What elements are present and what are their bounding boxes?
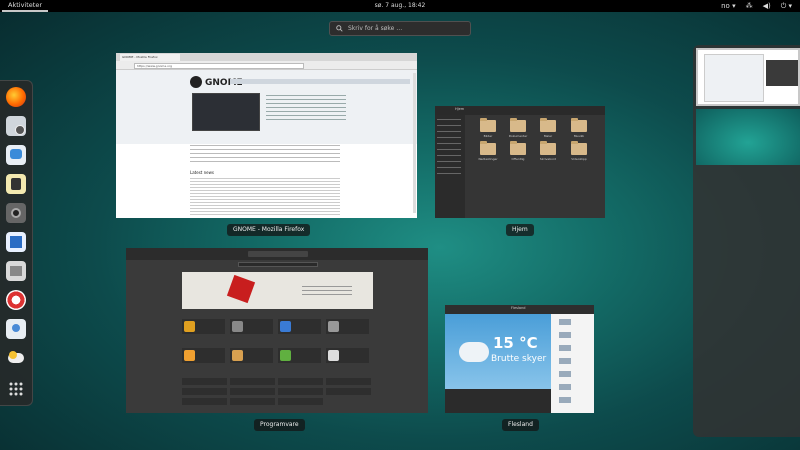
weather-window-thumbnail[interactable]: Flesland 15 °C Brutte skyer — [445, 305, 594, 413]
folder-icon[interactable] — [571, 118, 587, 132]
category-button[interactable] — [230, 388, 275, 395]
show-apps-icon[interactable] — [6, 379, 26, 399]
browser-navbar: https://www.gnome.org — [116, 61, 417, 70]
url-bar[interactable]: https://www.gnome.org — [134, 62, 304, 69]
folder-icon[interactable] — [510, 118, 526, 132]
folder-icon[interactable] — [480, 141, 496, 155]
scrollbar[interactable] — [413, 73, 416, 213]
folder-label: Skrivebord — [539, 157, 557, 161]
help-icon[interactable] — [6, 290, 26, 310]
evolution-icon[interactable] — [6, 116, 26, 136]
top-bar: Aktiviteter sø. 7 aug., 18:42 no ▾ ⁂ ◀) … — [0, 0, 800, 12]
software-view-switcher[interactable] — [248, 251, 308, 257]
gnome-logo — [190, 76, 202, 88]
inkscape-logo — [226, 274, 256, 304]
search-placeholder: Skriv for å søke … — [348, 25, 403, 32]
category-button[interactable] — [326, 388, 371, 395]
firefox-window-caption: GNOME - Mozilla Firefox — [227, 224, 311, 236]
activities-button[interactable]: Aktiviteter — [2, 0, 48, 12]
software-window-thumbnail[interactable] — [126, 248, 428, 413]
temperature: 15 °C — [493, 334, 538, 352]
browser-tab[interactable]: GNOME - Mozilla Firefox — [120, 54, 180, 61]
folder-label: Musikk — [573, 134, 585, 138]
files-window-caption: Hjem — [506, 224, 534, 236]
files-icon[interactable] — [6, 261, 26, 281]
search-icon — [336, 25, 343, 32]
news-columns — [190, 178, 340, 216]
workspace-thumbnail-2[interactable] — [696, 109, 800, 165]
folder-icon[interactable] — [571, 141, 587, 155]
app-tile[interactable] — [326, 348, 369, 363]
network-icon: ⁂ — [745, 2, 753, 10]
software-icon[interactable] — [6, 319, 26, 339]
app-tile[interactable] — [182, 319, 225, 334]
dash — [0, 80, 33, 406]
gnome-site-header: GNOME — [116, 70, 417, 144]
category-button[interactable] — [278, 388, 323, 395]
app-tile[interactable] — [182, 348, 225, 363]
empathy-icon[interactable] — [6, 145, 26, 165]
folder-label: Nedlastinger — [478, 157, 498, 161]
category-button[interactable] — [182, 378, 227, 385]
forecast-sidebar — [551, 314, 594, 413]
cloud-icon — [459, 342, 489, 362]
site-columns — [190, 145, 340, 165]
software-search[interactable] — [238, 262, 318, 267]
clock[interactable]: sø. 7 aug., 18:42 — [360, 0, 440, 12]
app-tile[interactable] — [326, 319, 369, 334]
app-tile[interactable] — [230, 319, 273, 334]
weather-window-caption: Flesland — [502, 419, 539, 431]
folder-label: Bilder — [483, 134, 493, 138]
banner-text — [302, 286, 352, 296]
folder-label: Maler — [543, 134, 553, 138]
category-button[interactable] — [230, 398, 275, 405]
search-input[interactable]: Skriv for å søke … — [329, 21, 471, 36]
browser-tabbar: GNOME - Mozilla Firefox — [116, 53, 417, 61]
folder-icon[interactable] — [480, 118, 496, 132]
folder-icon[interactable] — [540, 118, 556, 132]
folder-icon[interactable] — [540, 141, 556, 155]
folder-label: Offentlig — [511, 157, 525, 161]
app-tile[interactable] — [278, 319, 321, 334]
keyboard-label: no — [721, 2, 730, 10]
files-headerbar: Hjem — [435, 106, 605, 115]
files-sidebar — [435, 115, 465, 218]
category-button[interactable] — [278, 398, 323, 405]
featured-banner[interactable] — [182, 272, 373, 309]
volume-icon: ◀) — [762, 2, 771, 10]
category-button[interactable] — [278, 378, 323, 385]
firefox-window-thumbnail[interactable]: GNOME - Mozilla Firefox https://www.gnom… — [116, 53, 417, 218]
firefox-icon[interactable] — [6, 87, 26, 107]
forecast-bar — [445, 389, 551, 413]
software-headerbar — [126, 248, 428, 260]
screenshot-preview — [192, 93, 260, 131]
category-button[interactable] — [326, 378, 371, 385]
folder-label: Videoklipp — [571, 157, 587, 161]
power-icon: ⏻ ▾ — [780, 2, 792, 10]
app-tile[interactable] — [230, 348, 273, 363]
hero-text — [266, 95, 346, 121]
site-nav — [230, 79, 410, 84]
news-heading: Latest news — [190, 170, 214, 175]
shotwell-icon[interactable] — [6, 203, 26, 223]
files-window-thumbnail[interactable]: Hjem Bilder Dokumenter Maler Musikk Nedl… — [435, 106, 605, 218]
category-button[interactable] — [230, 378, 275, 385]
weather-title: Flesland — [511, 306, 526, 310]
rhythmbox-icon[interactable] — [6, 174, 26, 194]
folder-icon[interactable] — [510, 141, 526, 155]
status-area[interactable]: no ▾ ⁂ ◀) ⏻ ▾ — [721, 0, 792, 12]
workspace-thumbnail-1[interactable] — [696, 48, 800, 106]
category-button[interactable] — [182, 398, 227, 405]
keyboard-layout-indicator[interactable]: no ▾ — [721, 0, 735, 12]
weather-condition: Brutte skyer — [491, 354, 547, 364]
category-button[interactable] — [182, 388, 227, 395]
writer-icon[interactable] — [6, 232, 26, 252]
folder-label: Dokumenter — [508, 134, 528, 138]
app-tile[interactable] — [278, 348, 321, 363]
files-title: Hjem — [455, 107, 465, 111]
weather-headerbar: Flesland — [445, 305, 594, 314]
software-window-caption: Programvare — [254, 419, 305, 431]
weather-icon[interactable] — [6, 348, 26, 368]
workspace-switcher — [693, 45, 800, 437]
